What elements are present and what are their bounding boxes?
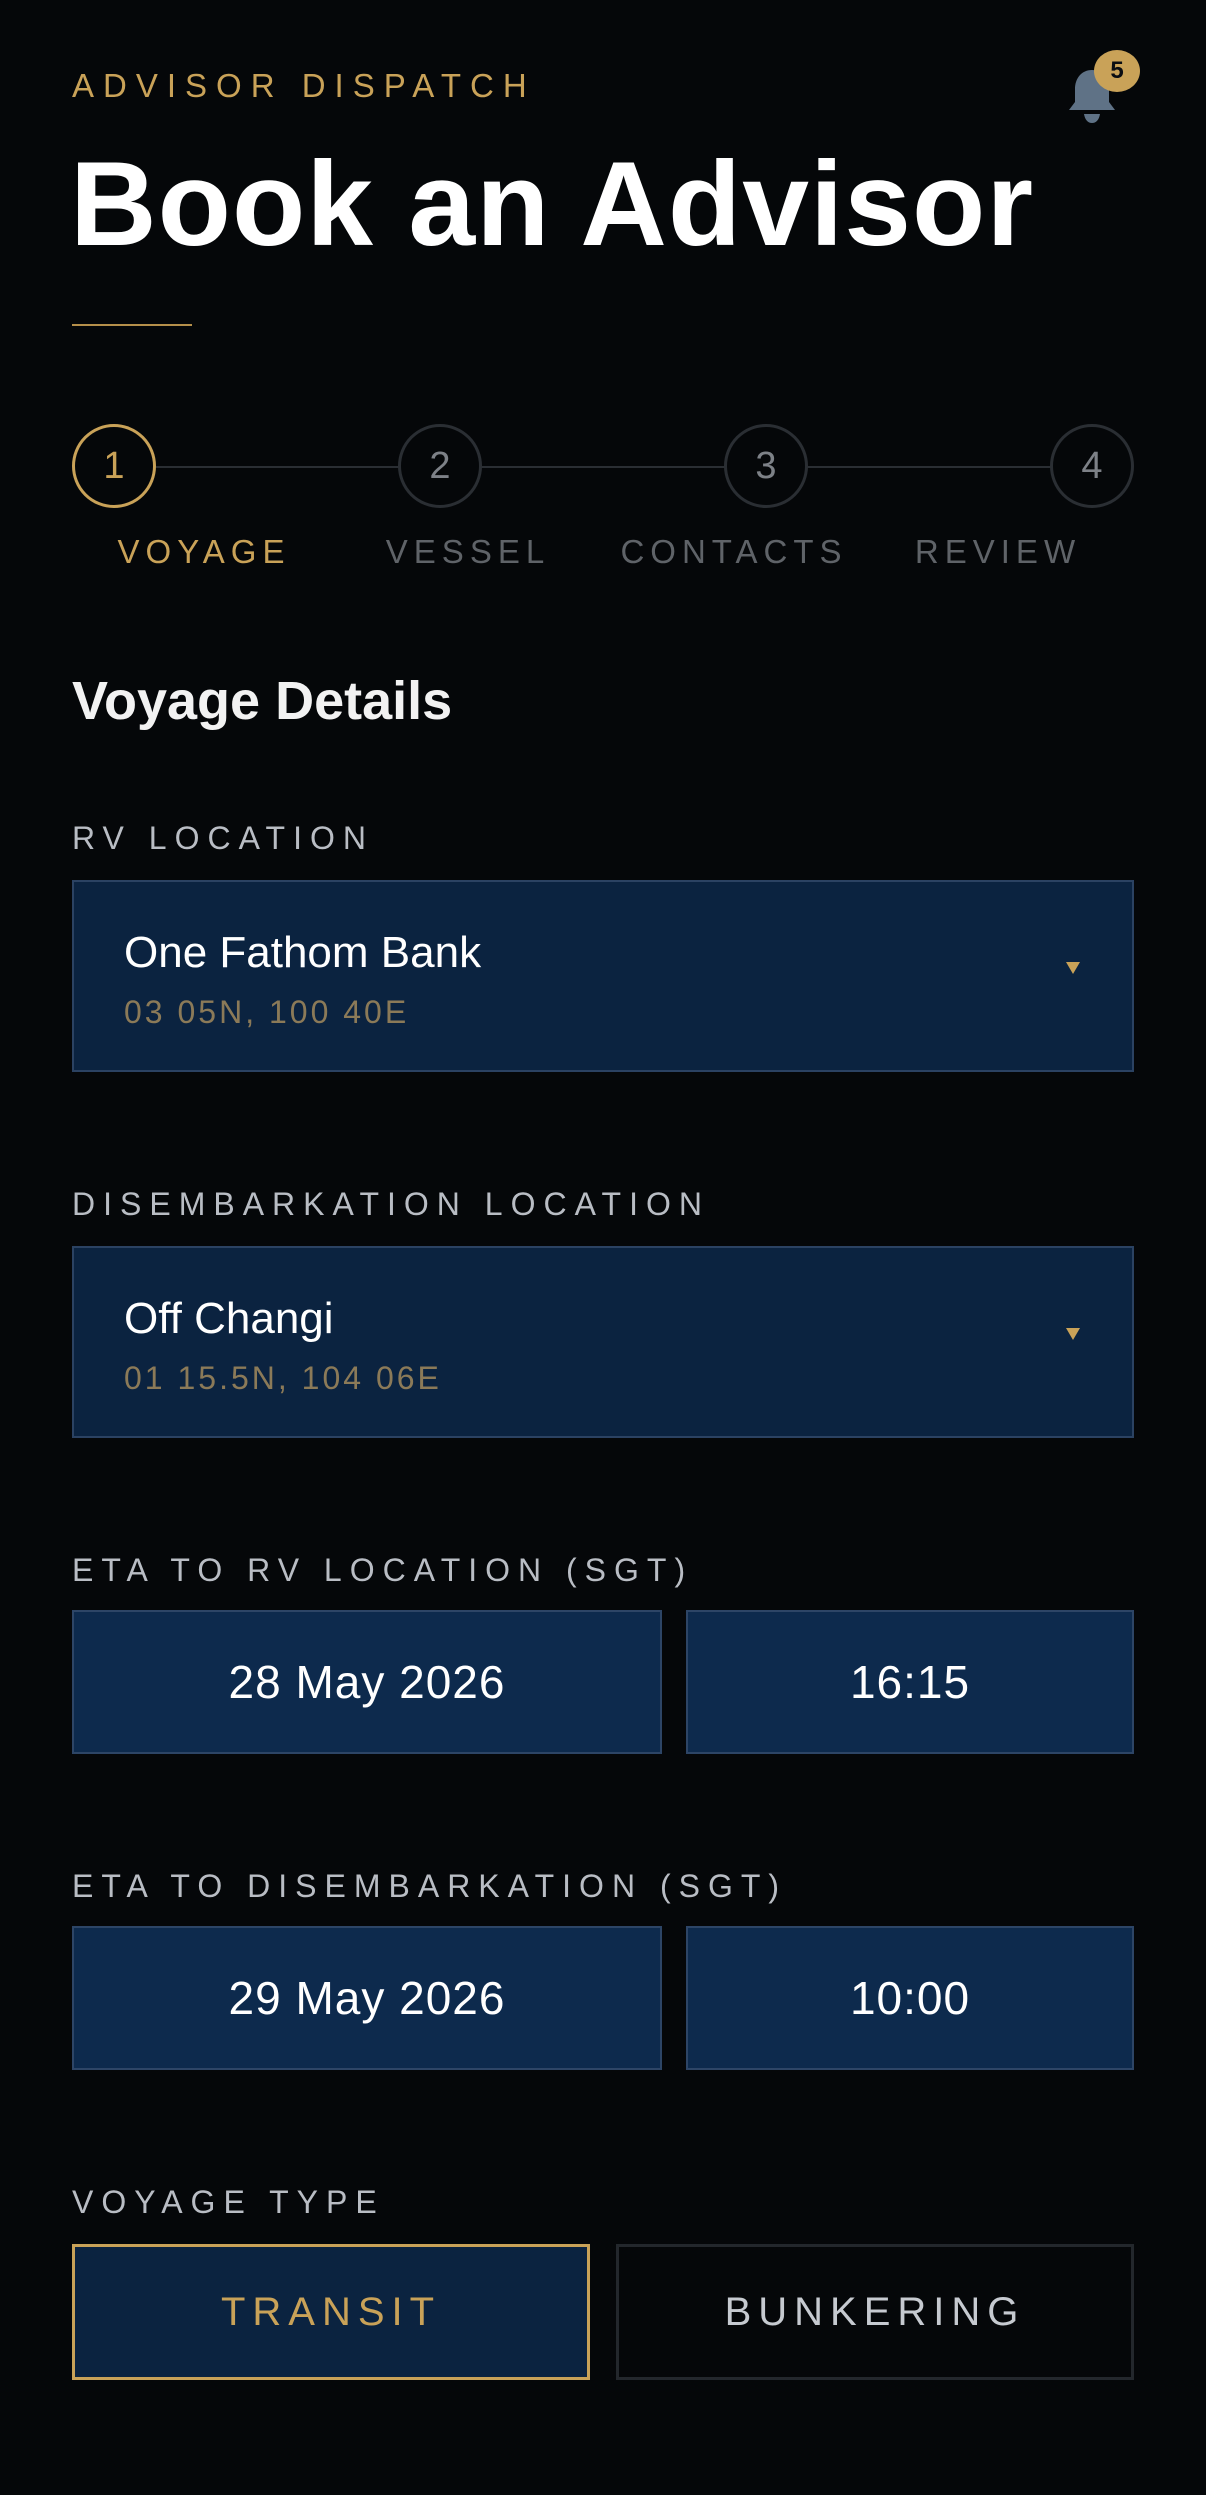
step-4-label: REVIEW [914, 533, 1082, 570]
eyebrow-label: ADVISOR DISPATCH [72, 67, 536, 104]
stepper-track [154, 466, 1052, 468]
step-3-circle[interactable]: 3 [724, 424, 808, 508]
step-1-label: VOYAGE [117, 533, 291, 570]
disembarkation-location-select[interactable]: Off Changi 01 15.5N, 104 06E [72, 1246, 1134, 1438]
section-title: Voyage Details [72, 671, 453, 731]
title-divider [72, 324, 192, 326]
step-4-circle[interactable]: 4 [1050, 424, 1134, 508]
voyage-type-transit-button[interactable]: TRANSIT [72, 2244, 590, 2380]
step-2-circle[interactable]: 2 [398, 424, 482, 508]
disembarkation-location-label: DISEMBARKATION LOCATION [72, 1186, 710, 1222]
step-3-label: CONTACTS [620, 533, 848, 570]
rv-location-select[interactable]: One Fathom Bank 03 05N, 100 40E [72, 880, 1134, 1072]
notification-count-badge: 5 [1094, 50, 1140, 92]
eta-rv-date-field[interactable]: 28 May 2026 [72, 1610, 662, 1754]
eta-disembarkation-date-field[interactable]: 29 May 2026 [72, 1926, 662, 2070]
chevron-down-icon [1066, 1328, 1080, 1340]
eta-disembarkation-label: ETA TO DISEMBARKATION (SGT) [72, 1868, 788, 1904]
chevron-down-icon [1066, 962, 1080, 974]
eta-rv-label: ETA TO RV LOCATION (SGT) [72, 1552, 694, 1588]
page-title: Book an Advisor [70, 137, 1035, 271]
rv-location-coords: 03 05N, 100 40E [124, 994, 410, 1030]
eta-disembarkation-time-field[interactable]: 10:00 [686, 1926, 1134, 2070]
disembarkation-location-name: Off Changi [124, 1294, 334, 1343]
rv-location-name: One Fathom Bank [124, 928, 482, 977]
step-1-circle[interactable]: 1 [72, 424, 156, 508]
voyage-type-bunkering-button[interactable]: BUNKERING [616, 2244, 1134, 2380]
step-2-label: VESSEL [385, 533, 551, 570]
disembarkation-location-coords: 01 15.5N, 104 06E [124, 1360, 442, 1396]
eta-rv-time-field[interactable]: 16:15 [686, 1610, 1134, 1754]
voyage-type-label: VOYAGE TYPE [72, 2184, 385, 2220]
rv-location-label: RV LOCATION [72, 820, 374, 856]
